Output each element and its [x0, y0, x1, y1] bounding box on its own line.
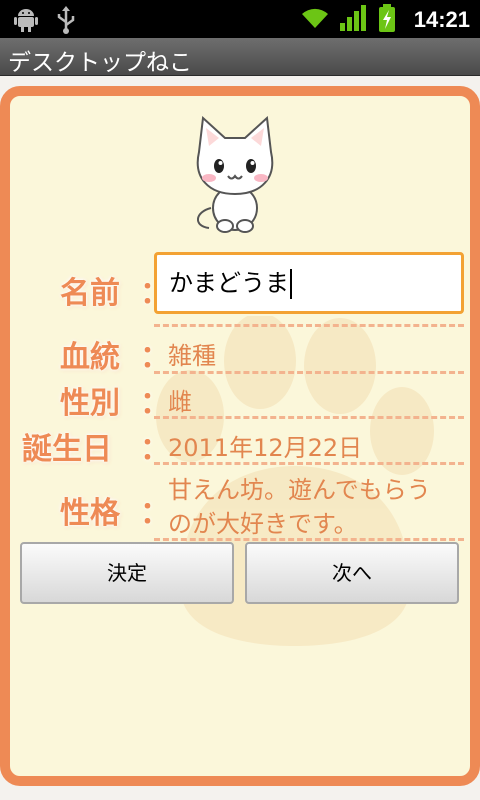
- app-title: デスクトップねこ: [8, 50, 192, 76]
- wifi-icon: [300, 6, 330, 34]
- confirm-button[interactable]: 決定: [20, 542, 234, 604]
- divider: [154, 416, 464, 419]
- divider: [154, 324, 464, 327]
- signal-icon: [339, 5, 368, 35]
- battery-charging-icon: [378, 4, 396, 36]
- name-input-value: かまどうま: [169, 269, 289, 297]
- divider: [154, 371, 464, 374]
- divider: [154, 538, 464, 541]
- status-bar: 14:21: [0, 0, 480, 38]
- clock: 14:21: [413, 7, 470, 32]
- sex-value: 雌: [168, 388, 192, 416]
- text-caret: [290, 269, 292, 299]
- android-debug-icon: [14, 6, 38, 38]
- personality-value-line1: 甘えん坊。遊んでもらう: [168, 476, 431, 504]
- profile-panel: 名前 ： かまどうま 血統 ： 雑種 性別 ： 雌 誕生日 ： 2011年12月…: [0, 86, 480, 786]
- personality-label: 性格: [60, 496, 120, 531]
- title-bar: デスクトップねこ: [0, 38, 480, 76]
- personality-colon: ：: [140, 496, 170, 531]
- breed-colon: ：: [140, 340, 170, 375]
- breed-value: 雑種: [168, 342, 216, 370]
- cat-illustration-icon: [196, 116, 274, 233]
- birthday-label: 誕生日: [22, 432, 112, 467]
- divider: [154, 462, 464, 465]
- main-area: 名前 ： かまどうま 血統 ： 雑種 性別 ： 雌 誕生日 ： 2011年12月…: [0, 76, 480, 800]
- sex-label: 性別: [60, 386, 120, 421]
- name-input[interactable]: かまどうま: [154, 252, 464, 314]
- personality-value-line2: のが大好きです。: [168, 510, 358, 538]
- birthday-value: 2011年12月22日: [168, 434, 363, 462]
- usb-icon: [56, 6, 76, 38]
- breed-label: 血統: [60, 340, 120, 375]
- name-label: 名前: [60, 276, 120, 311]
- next-button[interactable]: 次へ: [245, 542, 459, 604]
